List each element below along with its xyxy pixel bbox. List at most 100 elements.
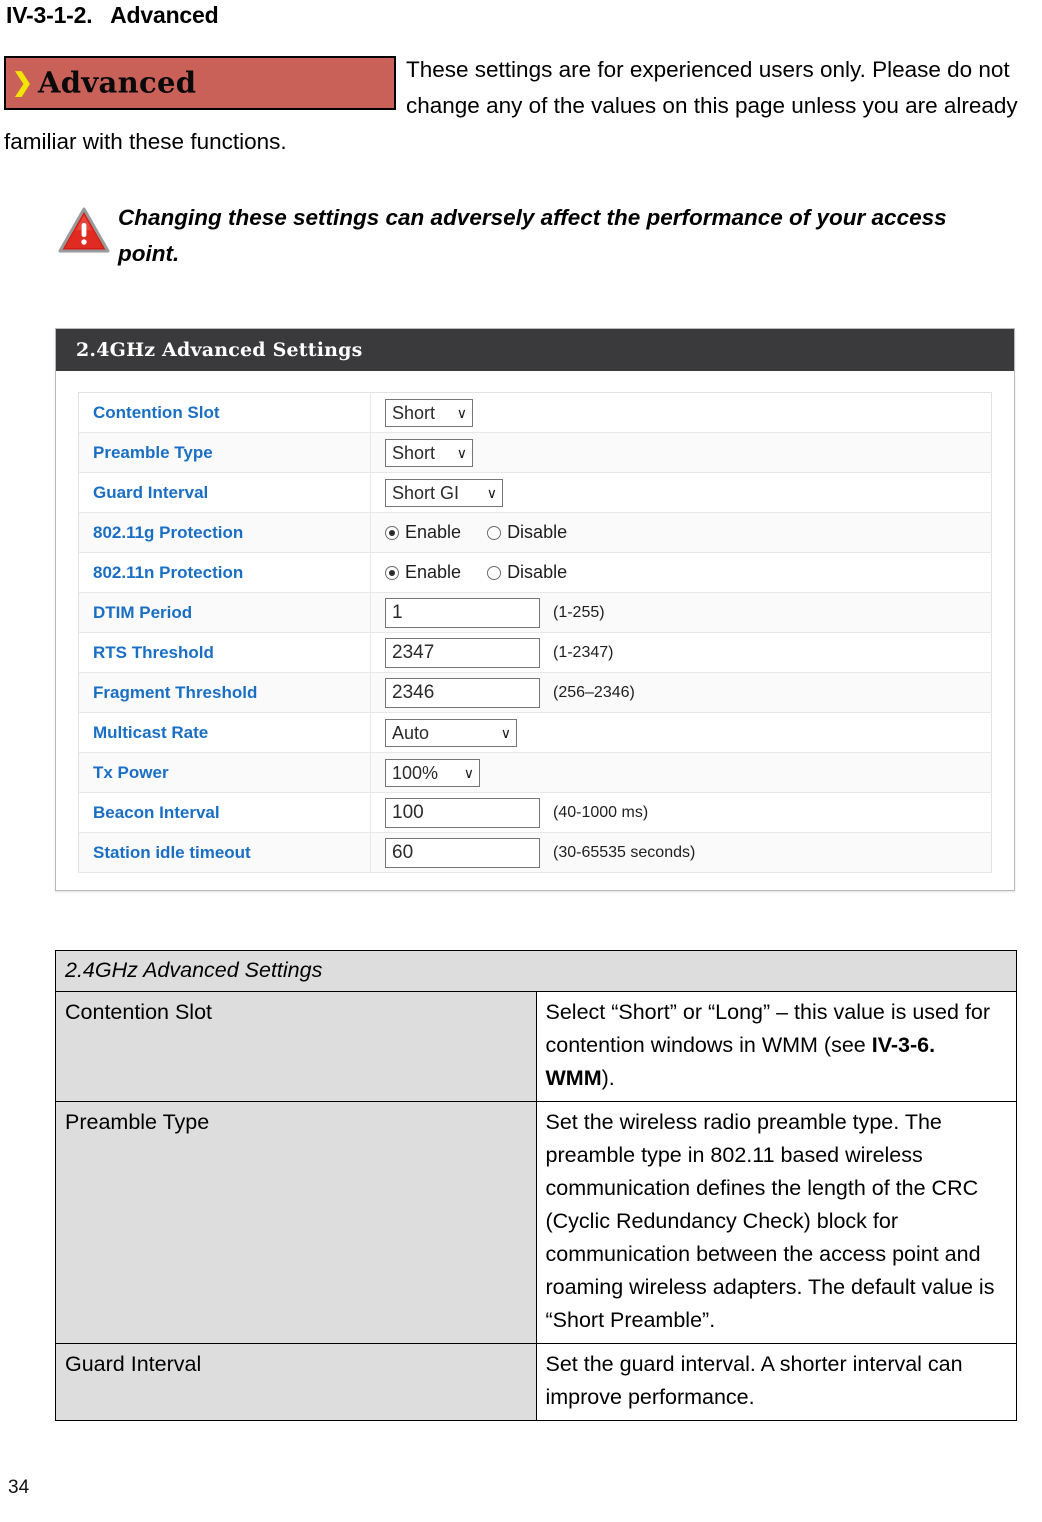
setting-control-cell: 100% ∨: [370, 752, 992, 793]
page-title: IV-3-1-2. Advanced: [6, 2, 219, 28]
settings-row: RTS Threshold 2347 (1-2347): [78, 632, 992, 673]
input-range-hint: (256–2346): [553, 683, 635, 701]
panel-title: 2.4GHz Advanced Settings: [56, 329, 1014, 371]
setting-control-cell: Enable Disable: [370, 552, 992, 593]
explanation-table: 2.4GHz Advanced Settings Contention Slot…: [55, 950, 1017, 1421]
setting-label: Tx Power: [78, 752, 371, 793]
panel-body: Contention Slot Short ∨ Preamble Type Short ∨…: [56, 371, 1014, 893]
advanced-button[interactable]: ❯ Advanced: [4, 56, 396, 110]
chevron-right-icon: ❯: [12, 68, 33, 97]
settings-row: Tx Power 100% ∨: [78, 752, 992, 793]
setting-label: DTIM Period: [78, 592, 371, 633]
explanation-term: Preamble Type: [55, 1101, 537, 1344]
chevron-down-icon: ∨: [456, 404, 467, 421]
setting-control-cell: Short GI ∨: [370, 472, 992, 513]
select-tx-power[interactable]: 100% ∨: [385, 758, 480, 787]
chevron-down-icon: ∨: [486, 484, 497, 501]
table-row: Guard Interval Set the guard interval. A …: [55, 1343, 1017, 1421]
radio-option-enable[interactable]: Enable: [385, 522, 461, 543]
input-range-hint: (40-1000 ms): [553, 803, 649, 821]
settings-row: Fragment Threshold 2346 (256–2346): [78, 672, 992, 713]
settings-row: Contention Slot Short ∨: [78, 392, 992, 433]
setting-label: 802.11g Protection: [78, 512, 371, 553]
chevron-down-icon: ∨: [500, 724, 511, 741]
warning-text: Changing these settings can adversely af…: [118, 205, 947, 266]
setting-control-cell: Short ∨: [370, 392, 992, 433]
radio-option-label: Disable: [507, 562, 568, 582]
explanation-term: Contention Slot: [55, 991, 537, 1102]
setting-label: Contention Slot: [78, 392, 371, 433]
input-range-hint: (30-65535 seconds): [553, 843, 696, 861]
setting-control-cell: 2347 (1-2347): [370, 632, 992, 673]
warning-triangle-icon: [58, 207, 110, 253]
input-station-idle-timeout[interactable]: 60: [385, 837, 540, 868]
select-preamble-type[interactable]: Short ∨: [385, 438, 473, 467]
setting-label: 802.11n Protection: [78, 552, 371, 593]
setting-control-cell: Enable Disable: [370, 512, 992, 553]
radio-option-disable[interactable]: Disable: [487, 522, 567, 543]
setting-control-cell: 100 (40-1000 ms): [370, 792, 992, 833]
radio-option-label: Enable: [405, 522, 462, 542]
radio-option-label: Enable: [405, 562, 462, 582]
settings-row: 802.11g Protection Enable Disable: [78, 512, 992, 553]
setting-label: Fragment Threshold: [78, 672, 371, 713]
chevron-down-icon: ∨: [456, 444, 467, 461]
select-value: 100%: [392, 762, 439, 783]
explanation-description: Select “Short” or “Long” – this value is…: [535, 991, 1017, 1102]
setting-label: Multicast Rate: [78, 712, 371, 753]
select-value: Short: [392, 402, 436, 423]
advanced-settings-panel: 2.4GHz Advanced Settings Contention Slot…: [55, 328, 1015, 891]
settings-row: Station idle timeout 60 (30-65535 seconds): [78, 832, 992, 873]
select-value: Short GI: [392, 482, 460, 503]
settings-row: Multicast Rate Auto ∨: [78, 712, 992, 753]
explanation-term: Guard Interval: [55, 1343, 537, 1421]
radio-option-label: Disable: [507, 522, 568, 542]
page-number: 34: [8, 1477, 30, 1498]
setting-label: Guard Interval: [78, 472, 371, 513]
explanation-description: Set the wireless radio preamble type. Th…: [535, 1101, 1017, 1344]
warning-note: Changing these settings can adversely af…: [58, 200, 998, 272]
input-range-hint: (1-255): [553, 603, 605, 621]
radio-button-icon[interactable]: [487, 525, 502, 540]
explanation-table-header: 2.4GHz Advanced Settings: [55, 950, 1017, 992]
radio-group: Enable Disable: [385, 562, 567, 583]
select-multicast-rate[interactable]: Auto ∨: [385, 718, 517, 747]
settings-table: Contention Slot Short ∨ Preamble Type Short ∨…: [78, 392, 992, 873]
table-row: Preamble Type Set the wireless radio prea…: [55, 1101, 1017, 1344]
radio-group: Enable Disable: [385, 522, 567, 543]
select-value: Short: [392, 442, 436, 463]
setting-control-cell: Auto ∨: [370, 712, 992, 753]
radio-option-disable[interactable]: Disable: [487, 562, 567, 583]
explanation-description: Set the guard interval. A shorter interv…: [535, 1343, 1017, 1421]
select-contention-slot[interactable]: Short ∨: [385, 398, 473, 427]
setting-label: RTS Threshold: [78, 632, 371, 673]
input-beacon-interval[interactable]: 100: [385, 797, 540, 828]
settings-row: Beacon Interval 100 (40-1000 ms): [78, 792, 992, 833]
chevron-down-icon: ∨: [463, 764, 474, 781]
intro-section: ❯ Advanced These settings are for experi…: [4, 52, 1038, 160]
settings-row: DTIM Period 1 (1-255): [78, 592, 992, 633]
settings-row: 802.11n Protection Enable Disable: [78, 552, 992, 593]
settings-row: Preamble Type Short ∨: [78, 432, 992, 473]
setting-control-cell: 2346 (256–2346): [370, 672, 992, 713]
select-value: Auto: [392, 722, 430, 743]
setting-control-cell: Short ∨: [370, 432, 992, 473]
radio-button-icon[interactable]: [385, 565, 399, 580]
setting-label: Preamble Type: [78, 432, 371, 473]
setting-control-cell: 60 (30-65535 seconds): [370, 832, 992, 873]
setting-label: Station idle timeout: [78, 832, 371, 873]
input-range-hint: (1-2347): [553, 643, 614, 661]
select-guard-interval[interactable]: Short GI ∨: [385, 478, 503, 507]
input-fragment-threshold[interactable]: 2346: [385, 677, 540, 708]
settings-row: Guard Interval Short GI ∨: [78, 472, 992, 513]
setting-label: Beacon Interval: [78, 792, 371, 833]
input-rts-threshold[interactable]: 2347: [385, 637, 540, 668]
radio-button-icon[interactable]: [385, 525, 399, 540]
radio-option-enable[interactable]: Enable: [385, 562, 461, 583]
table-row: Contention Slot Select “Short” or “Long” …: [55, 991, 1017, 1102]
advanced-button-label: Advanced: [38, 65, 197, 100]
input-dtim-period[interactable]: 1: [385, 597, 540, 628]
radio-button-icon[interactable]: [487, 565, 502, 580]
setting-control-cell: 1 (1-255): [370, 592, 992, 633]
cross-reference: IV-3-6. WMM: [545, 1033, 936, 1090]
